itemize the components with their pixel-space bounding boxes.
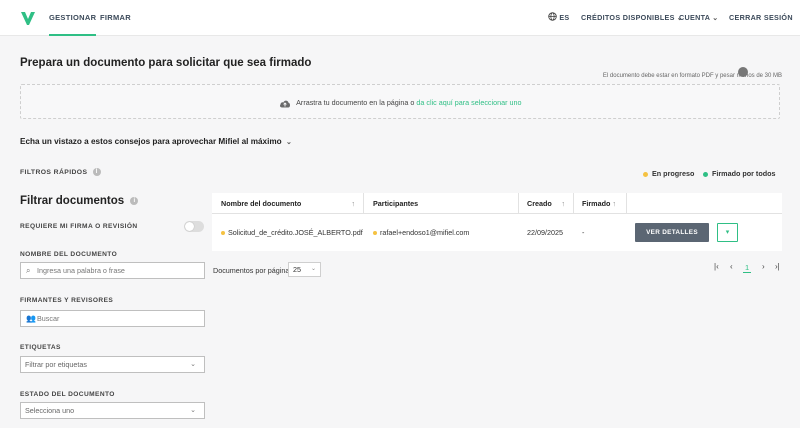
doc-name-label: NOMBRE DEL DOCUMENTO: [20, 251, 118, 258]
require-signature-label: REQUIERE MI FIRMA O REVISIÓN: [20, 223, 138, 230]
page-title: Prepara un documento para solicitar que …: [20, 57, 312, 69]
doc-name-text: Solicitud_de_crédito.JOSÉ_ALBERTO.pdf: [228, 228, 363, 237]
sort-arrow-icon: ↑: [351, 199, 355, 208]
chevron-down-icon: ⌄: [310, 266, 316, 272]
current-page[interactable]: 1: [743, 263, 752, 273]
filter-in-progress-label: En progreso: [652, 169, 695, 178]
tips-text: Echa un vistazo a estos consejos para ap…: [20, 137, 282, 146]
column-header-actions: [627, 193, 782, 214]
pending-dot-icon: [373, 231, 377, 236]
cloud-upload-icon: [279, 100, 290, 108]
chevron-down-icon: ⌄: [285, 139, 292, 146]
caret-down-icon: ▾: [725, 229, 730, 236]
view-details-button[interactable]: VER DETALLES: [635, 223, 709, 242]
sort-arrow-icon: ↑: [561, 199, 565, 208]
filter-title-text: Filtrar documentos: [20, 195, 125, 207]
language-selector[interactable]: ES: [548, 0, 570, 36]
signed-cell: -: [582, 228, 585, 237]
filter-in-progress[interactable]: En progreso: [643, 169, 694, 178]
top-navbar: GESTIONAR FIRMAR ES CRÉDITOS DISPONIBLES…: [0, 0, 800, 36]
participant-text: rafael+endoso1@mifiel.com: [380, 228, 470, 237]
row-actions-dropdown[interactable]: ▾: [717, 223, 738, 242]
chevron-down-icon: ⌄: [190, 361, 196, 368]
signers-search-input[interactable]: 👥 Buscar: [20, 310, 205, 327]
column-header-participants: Participantes: [364, 193, 518, 214]
first-page-icon[interactable]: |‹: [714, 262, 719, 271]
filter-signed-all-label: Firmado por todos: [712, 169, 776, 178]
credits-menu[interactable]: CRÉDITOS DISPONIBLES ⌄: [581, 0, 683, 36]
account-menu[interactable]: CUENTA ⌄: [679, 0, 718, 36]
sort-arrow-icon: ↑: [612, 199, 616, 208]
quick-filters-text: FILTROS RÁPIDOS: [20, 168, 88, 176]
tab-gestionar[interactable]: GESTIONAR: [49, 0, 97, 36]
users-icon: 👥: [26, 314, 36, 323]
signers-placeholder: Buscar: [37, 314, 60, 323]
search-icon: ⌕: [26, 266, 31, 275]
select-file-link[interactable]: da clic aquí para seleccionar uno: [416, 98, 521, 107]
tags-label: ETIQUETAS: [20, 344, 61, 351]
credits-label: CRÉDITOS DISPONIBLES: [581, 13, 675, 22]
tab-firmar[interactable]: FIRMAR: [100, 0, 131, 36]
per-page-value: 25: [293, 265, 301, 274]
status-label: ESTADO DEL DOCUMENTO: [20, 391, 115, 398]
column-header-created[interactable]: Creado ↑: [519, 193, 573, 214]
column-header-name-label: Nombre del documento: [221, 199, 302, 208]
signers-label: FIRMANTES Y REVISORES: [20, 297, 114, 304]
toggle-knob: [185, 222, 194, 231]
chevron-down-icon: ⌄: [190, 407, 196, 414]
quick-filters-label: FILTROS RÁPIDOS i: [20, 168, 101, 176]
dropzone-text: Arrastra tu documento en la página o: [296, 98, 417, 107]
pending-dot-icon: [221, 231, 225, 236]
doc-name-placeholder: Ingresa una palabra o frase: [37, 266, 125, 275]
column-header-name[interactable]: Nombre del documento ↑: [212, 193, 363, 214]
info-icon[interactable]: i: [92, 168, 101, 176]
require-signature-toggle[interactable]: [184, 221, 204, 232]
doc-name-cell[interactable]: Solicitud_de_crédito.JOSÉ_ALBERTO.pdf: [221, 214, 363, 251]
status-placeholder: Selecciona uno: [25, 406, 75, 415]
filter-panel-title: Filtrar documentos i: [20, 195, 139, 207]
column-header-created-label: Creado: [527, 199, 552, 208]
participant-cell: rafael+endoso1@mifiel.com: [373, 214, 518, 251]
tags-select[interactable]: Filtrar por etiquetas ⌄: [20, 356, 205, 373]
language-label: ES: [559, 13, 570, 22]
globe-icon: [548, 12, 557, 21]
column-header-signed-label: Firmado: [582, 199, 611, 208]
documents-table: Nombre del documento ↑ Participantes Cre…: [212, 193, 782, 251]
tips-toggle[interactable]: Echa un vistazo a estos consejos para ap…: [20, 137, 292, 146]
account-label: CUENTA: [679, 13, 711, 22]
upload-hint: El documento debe estar en formato PDF y…: [602, 73, 782, 79]
resize-handle[interactable]: [738, 67, 748, 77]
filter-signed-all[interactable]: Firmado por todos: [703, 169, 776, 178]
last-page-icon[interactable]: ›|: [775, 262, 780, 271]
chevron-down-icon: ⌄: [712, 15, 719, 22]
tags-placeholder: Filtrar por etiquetas: [25, 360, 87, 369]
document-dropzone[interactable]: Arrastra tu documento en la página o da …: [20, 84, 780, 119]
per-page-select[interactable]: 25 ⌄: [288, 262, 321, 277]
column-header-signed[interactable]: Firmado ↑: [574, 193, 626, 214]
prev-page-icon[interactable]: ‹: [730, 262, 733, 271]
logout-link[interactable]: CERRAR SESIÓN: [729, 0, 793, 36]
next-page-icon[interactable]: ›: [762, 262, 765, 271]
per-page-label: Documentos por página: [213, 266, 290, 275]
created-cell: 22/09/2025: [527, 228, 563, 237]
info-icon[interactable]: i: [130, 196, 139, 205]
status-select[interactable]: Selecciona uno ⌄: [20, 402, 205, 419]
pending-dot-icon: [643, 171, 648, 177]
mifiel-logo-icon[interactable]: [20, 10, 36, 26]
column-header-participants-label: Participantes: [373, 199, 419, 208]
signed-dot-icon: [703, 171, 708, 177]
doc-name-input[interactable]: ⌕ Ingresa una palabra o frase: [20, 262, 205, 279]
